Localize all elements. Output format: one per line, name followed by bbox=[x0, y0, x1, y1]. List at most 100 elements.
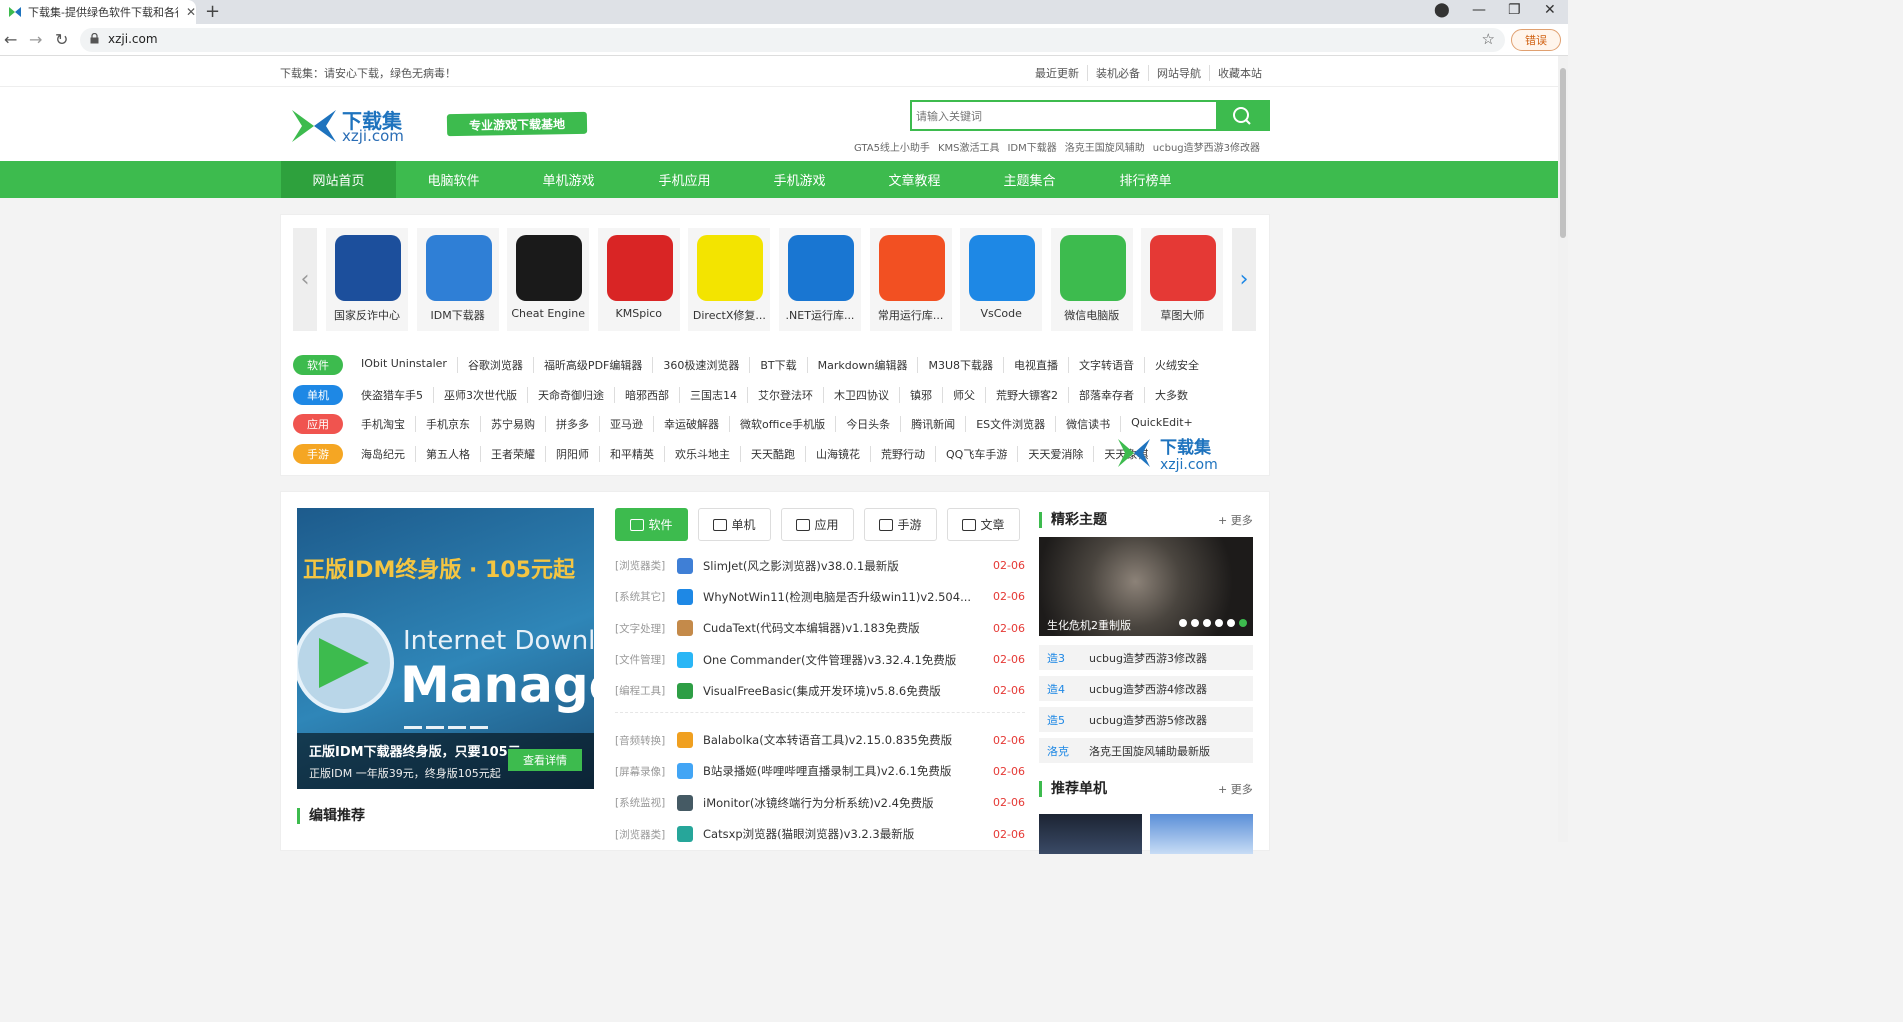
category-link[interactable]: 荒野大镖客2 bbox=[985, 387, 1068, 403]
hot-word[interactable]: GTA5线上小助手 bbox=[854, 139, 930, 154]
category-link[interactable]: BT下载 bbox=[749, 357, 806, 373]
nav-pc-games[interactable]: 单机游戏 bbox=[511, 161, 626, 198]
category-link[interactable]: 电视直播 bbox=[1003, 357, 1068, 373]
scrollbar-thumb[interactable] bbox=[1560, 68, 1566, 238]
app-card[interactable]: 国家反诈中心 bbox=[326, 228, 408, 331]
nav-mobile-games[interactable]: 手机游戏 bbox=[742, 161, 857, 198]
list-item-title[interactable]: B站录播姬(哔哩哔哩直播录制工具)v2.6.1免费版 bbox=[703, 763, 973, 779]
restore-icon[interactable]: ❐ bbox=[1508, 2, 1521, 18]
hot-word[interactable]: ucbug造梦西游3修改器 bbox=[1153, 139, 1260, 154]
list-item-title[interactable]: CudaText(代码文本编辑器)v1.183免费版 bbox=[703, 620, 973, 636]
category-link[interactable]: 微信读书 bbox=[1055, 416, 1120, 432]
list-item-title[interactable]: WhyNotWin11(检测电脑是否升级win11)v2.504... bbox=[703, 589, 973, 605]
category-link[interactable]: 天天酷跑 bbox=[740, 446, 805, 462]
reload-icon[interactable]: ↻ bbox=[55, 30, 68, 49]
top-link-bookmark[interactable]: 收藏本站 bbox=[1209, 65, 1270, 81]
category-link[interactable]: 拼多多 bbox=[545, 416, 599, 432]
category-link[interactable]: 阴阳师 bbox=[545, 446, 599, 462]
hot-word[interactable]: 洛克王国旋风辅助 bbox=[1065, 139, 1145, 154]
list-item-category[interactable]: [系统其它] bbox=[615, 589, 677, 604]
category-link[interactable]: 天天爱消除 bbox=[1017, 446, 1093, 462]
top-link-essentials[interactable]: 装机必备 bbox=[1087, 65, 1148, 81]
nav-articles[interactable]: 文章教程 bbox=[857, 161, 972, 198]
category-link[interactable]: 木卫四协议 bbox=[823, 387, 899, 403]
list-item[interactable]: [屏幕录像] B站录播姬(哔哩哔哩直播录制工具)v2.6.1免费版 02-06 bbox=[615, 756, 1025, 787]
category-link[interactable]: 手机京东 bbox=[415, 416, 480, 432]
list-item[interactable]: [系统其它] WhyNotWin11(检测电脑是否升级win11)v2.504..… bbox=[615, 581, 1025, 612]
topic-item[interactable]: 洛克 洛克王国旋风辅助最新版 bbox=[1039, 738, 1253, 763]
app-card[interactable]: 微信电脑版 bbox=[1050, 228, 1133, 331]
category-link[interactable]: 欢乐斗地主 bbox=[664, 446, 740, 462]
url-field[interactable]: xzji.com ☆ bbox=[80, 28, 1505, 52]
list-item[interactable]: [浏览器类] SlimJet(风之影浏览器)v38.0.1最新版 02-06 bbox=[615, 550, 1025, 581]
topic-name[interactable]: 洛克王国旋风辅助最新版 bbox=[1077, 743, 1210, 759]
category-link[interactable]: 谷歌浏览器 bbox=[456, 357, 533, 373]
category-link[interactable]: QQ飞车手游 bbox=[935, 446, 1017, 462]
new-tab-icon[interactable]: + bbox=[205, 1, 220, 22]
list-item-category[interactable]: [浏览器类] bbox=[615, 827, 677, 842]
list-item[interactable]: [文字处理] CudaText(代码文本编辑器)v1.183免费版 02-06 bbox=[615, 613, 1025, 644]
list-item-title[interactable]: Catsxp浏览器(猫眼浏览器)v3.2.3最新版 bbox=[703, 826, 973, 842]
list-item-category[interactable]: [系统监视] bbox=[615, 795, 677, 810]
tab-software[interactable]: 软件 bbox=[615, 508, 688, 541]
list-item-title[interactable]: SlimJet(风之影浏览器)v38.0.1最新版 bbox=[703, 558, 973, 574]
nav-pc-software[interactable]: 电脑软件 bbox=[396, 161, 511, 198]
category-link[interactable]: 师父 bbox=[942, 387, 985, 403]
category-badge[interactable]: 手游 bbox=[293, 444, 343, 464]
view-details-button[interactable]: 查看详情 bbox=[508, 749, 582, 771]
app-card[interactable]: IDM下载器 bbox=[416, 228, 499, 331]
category-link[interactable]: 荒野行动 bbox=[870, 446, 935, 462]
list-item[interactable]: [编程工具] VisualFreeBasic(集成开发环境)v5.8.6免费版 02… bbox=[615, 675, 1025, 706]
category-link[interactable]: 腾讯新闻 bbox=[900, 416, 965, 432]
list-item[interactable]: [浏览器类] Catsxp浏览器(猫眼浏览器)v3.2.3最新版 02-06 bbox=[615, 818, 1025, 849]
back-icon[interactable]: ← bbox=[4, 30, 17, 49]
close-window-icon[interactable]: ✕ bbox=[1544, 2, 1556, 18]
category-link[interactable]: 360极速浏览器 bbox=[652, 357, 749, 373]
topics-more-link[interactable]: + 更多 bbox=[1218, 512, 1253, 528]
category-link[interactable]: 暗邪西部 bbox=[614, 387, 679, 403]
list-item-title[interactable]: One Commander(文件管理器)v3.32.4.1免费版 bbox=[703, 652, 973, 668]
list-item-category[interactable]: [屏幕录像] bbox=[615, 764, 677, 779]
search-button[interactable] bbox=[1216, 102, 1268, 129]
category-link[interactable]: 镇邪 bbox=[899, 387, 942, 403]
recommend-thumb[interactable] bbox=[1039, 814, 1142, 854]
category-link[interactable]: 海岛纪元 bbox=[355, 446, 415, 462]
app-card[interactable]: 草图大师 bbox=[1141, 228, 1224, 331]
category-link[interactable]: QuickEdit+ bbox=[1120, 416, 1203, 432]
carousel-prev-icon[interactable]: ‹ bbox=[293, 228, 317, 331]
category-link[interactable]: Markdown编辑器 bbox=[806, 357, 918, 373]
nav-topics[interactable]: 主题集合 bbox=[972, 161, 1087, 198]
app-card[interactable]: 常用运行库... bbox=[869, 228, 952, 331]
category-badge[interactable]: 软件 bbox=[293, 355, 343, 375]
top-link-recent[interactable]: 最近更新 bbox=[1027, 65, 1087, 81]
list-item-category[interactable]: [编程工具] bbox=[615, 683, 677, 698]
recommend-more-link[interactable]: + 更多 bbox=[1218, 781, 1253, 797]
forward-icon[interactable]: → bbox=[29, 30, 42, 49]
profile-menu-icon[interactable]: ⬤ bbox=[1434, 2, 1450, 18]
category-link[interactable]: 微软office手机版 bbox=[729, 416, 835, 432]
tab-mobile-games[interactable]: 手游 bbox=[864, 508, 937, 541]
list-item-category[interactable]: [文字处理] bbox=[615, 621, 677, 636]
category-link[interactable]: 侠盗猎车手5 bbox=[355, 387, 433, 403]
category-link[interactable]: 幸运破解器 bbox=[653, 416, 729, 432]
tab-articles[interactable]: 文章 bbox=[947, 508, 1020, 541]
topic-item[interactable]: 造5 ucbug造梦西游5修改器 bbox=[1039, 707, 1253, 732]
topic-item[interactable]: 造3 ucbug造梦西游3修改器 bbox=[1039, 645, 1253, 670]
category-link[interactable]: ES文件浏览器 bbox=[965, 416, 1055, 432]
app-card[interactable]: Cheat Engine bbox=[507, 228, 590, 331]
tab-apps[interactable]: 应用 bbox=[781, 508, 854, 541]
list-item-title[interactable]: Balabolka(文本转语音工具)v2.15.0.835免费版 bbox=[703, 732, 973, 748]
topic-item[interactable]: 造4 ucbug造梦西游4修改器 bbox=[1039, 676, 1253, 701]
app-card[interactable]: VsCode bbox=[960, 228, 1043, 331]
list-item-category[interactable]: [文件管理] bbox=[615, 652, 677, 667]
topic-dots[interactable] bbox=[1179, 619, 1247, 627]
topic-name[interactable]: ucbug造梦西游3修改器 bbox=[1077, 650, 1207, 666]
promo-banner[interactable]: 正版IDM终身版 · 105元起 Internet Downlo Manage … bbox=[297, 508, 594, 789]
category-link[interactable]: 福昕高级PDF编辑器 bbox=[532, 357, 652, 373]
list-item-title[interactable]: VisualFreeBasic(集成开发环境)v5.8.6免费版 bbox=[703, 683, 973, 699]
category-link[interactable]: 天命奇御归途 bbox=[527, 387, 614, 403]
topic-name[interactable]: ucbug造梦西游5修改器 bbox=[1077, 712, 1207, 728]
browser-tab[interactable]: 下载集-提供绿色软件下载和各行 ✕ bbox=[0, 0, 196, 24]
minimize-icon[interactable]: — bbox=[1472, 2, 1486, 18]
list-item-title[interactable]: iMonitor(冰镜终端行为分析系统)v2.4免费版 bbox=[703, 795, 973, 811]
